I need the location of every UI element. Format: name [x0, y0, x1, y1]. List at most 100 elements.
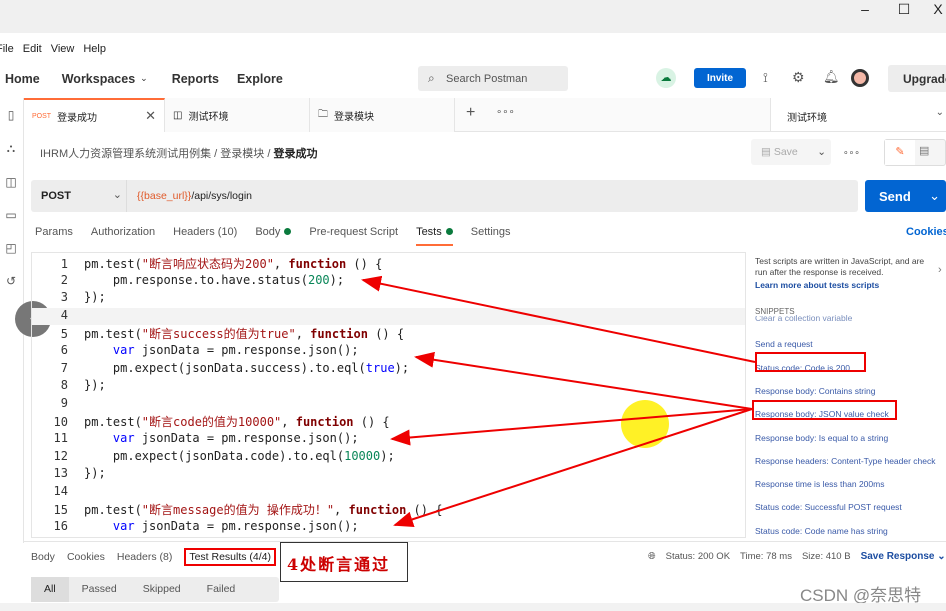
- menu-view[interactable]: View: [51, 43, 75, 55]
- apis-icon[interactable]: ⛬: [3, 141, 19, 157]
- upgrade-button[interactable]: Upgrade: [888, 65, 946, 92]
- globe-icon[interactable]: 🌐︎: [648, 551, 656, 562]
- tab-response-body[interactable]: Body: [31, 551, 55, 566]
- footer: [0, 603, 946, 611]
- edit-pencil-icon[interactable]: ✎: [885, 140, 915, 165]
- breadcrumb-folder[interactable]: 登录模块: [220, 148, 264, 160]
- environment-value: 测试环境: [787, 113, 827, 124]
- tab-settings[interactable]: Settings: [471, 226, 511, 246]
- tab-authorization[interactable]: Authorization: [91, 226, 155, 246]
- snippet-item[interactable]: Status code: Successful POST request: [755, 502, 902, 512]
- menu-help[interactable]: Help: [83, 43, 106, 55]
- save-response-button[interactable]: Save Response ⌄: [861, 551, 946, 562]
- send-button[interactable]: Send ⌄: [865, 180, 946, 212]
- code-line: 1 pm.test("断言响应状态码为200", function () {: [32, 255, 745, 273]
- code-line: 14: [32, 484, 745, 502]
- snippet-item[interactable]: Status code: Code name has string: [755, 526, 888, 536]
- tab-login-module[interactable]: 🗀 登录模块: [310, 98, 455, 132]
- tab-pre-request-script[interactable]: Pre-request Script: [309, 226, 398, 246]
- learn-more-link[interactable]: Learn more about tests scripts: [755, 280, 879, 290]
- code-editor[interactable]: 1 pm.test("断言响应状态码为200", function () {2 p…: [31, 252, 746, 538]
- gear-icon[interactable]: ⚙: [792, 69, 805, 86]
- tab-login-success[interactable]: POST 登录成功 ✕: [24, 98, 165, 132]
- close-icon[interactable]: ✕: [145, 108, 156, 124]
- code-token: var: [112, 343, 135, 357]
- code-line: 16 var jsonData = pm.response.json();: [32, 519, 745, 537]
- tab-body[interactable]: Body: [255, 226, 292, 246]
- documentation-icon[interactable]: ▤: [919, 144, 929, 157]
- snippet-item[interactable]: Response body: Contains string: [755, 386, 876, 396]
- snippet-item[interactable]: Response headers: Content-Type header ch…: [755, 456, 936, 466]
- close-window-button[interactable]: X: [928, 0, 946, 18]
- breadcrumb-collection[interactable]: IHRM人力资源管理系统测试用例集: [40, 148, 211, 160]
- snippet-item[interactable]: Response body: Is equal to a string: [755, 433, 888, 443]
- search-input[interactable]: ⌕ Search Postman: [418, 66, 568, 91]
- new-tab-button[interactable]: +: [466, 104, 475, 122]
- tab-label: 登录成功: [57, 112, 98, 124]
- collections-icon[interactable]: ▯: [3, 108, 19, 124]
- tab-response-cookies[interactable]: Cookies: [67, 551, 105, 566]
- environment-select[interactable]: 测试环境 ⌄: [770, 98, 946, 131]
- snippet-item[interactable]: Response time is less than 200ms: [755, 479, 884, 489]
- satellite-icon[interactable]: ⟟: [763, 70, 768, 86]
- mock-servers-icon[interactable]: ▭: [3, 208, 19, 224]
- code-token: ,: [334, 503, 349, 518]
- tab-headers[interactable]: Headers (10): [173, 226, 237, 246]
- filter-passed[interactable]: Passed: [69, 577, 130, 602]
- collapse-panel-icon[interactable]: ›: [938, 264, 942, 276]
- code-line: 9: [32, 396, 745, 414]
- code-line: 15 pm.test("断言message的值为 操作成功！", function…: [32, 501, 745, 519]
- line-number: 12: [53, 448, 68, 463]
- code-token: );: [329, 272, 345, 287]
- more-tabs-icon[interactable]: ∘∘∘: [496, 107, 515, 118]
- more-options-icon[interactable]: ∘∘∘: [843, 147, 860, 158]
- tab-response-headers[interactable]: Headers (8): [117, 551, 172, 566]
- line-number: 10: [53, 415, 68, 430]
- code-token: pm.test(: [84, 503, 142, 518]
- sync-cloud-icon[interactable]: ☁: [656, 68, 676, 88]
- tab-test-results[interactable]: Test Results (4/4): [184, 548, 277, 566]
- tab-tests[interactable]: Tests: [416, 226, 453, 246]
- monitors-icon[interactable]: ◰: [3, 241, 19, 257]
- menu-file[interactable]: File: [0, 43, 14, 55]
- url-input[interactable]: {{base_url}}/api/sys/login: [137, 190, 252, 202]
- code-line: 12 pm.expect(jsonData.code).to.eql(10000…: [32, 448, 745, 467]
- maximize-button[interactable]: ☐: [894, 0, 914, 18]
- nav-explore[interactable]: Explore: [237, 72, 283, 86]
- cookies-link[interactable]: Cookies: [906, 226, 946, 238]
- code-line: 10 pm.test("断言code的值为10000", function () …: [32, 413, 745, 431]
- filter-failed[interactable]: Failed: [194, 577, 249, 602]
- line-number: 16: [53, 519, 68, 533]
- nav-reports[interactable]: Reports: [172, 72, 219, 86]
- method-value: POST: [41, 190, 71, 202]
- tab-test-env[interactable]: ◫ 测试环境: [165, 98, 310, 132]
- indicator-dot: [445, 228, 453, 235]
- code-token: pm.expect(jsonData.code).to.eql(: [84, 448, 345, 463]
- method-select[interactable]: POST ⌄: [31, 180, 127, 212]
- history-icon[interactable]: ↺: [3, 274, 19, 290]
- invite-button[interactable]: Invite: [694, 68, 746, 88]
- nav-home[interactable]: Home: [5, 72, 40, 86]
- environments-icon[interactable]: ◫: [3, 175, 19, 191]
- url-path: /api/sys/login: [191, 190, 253, 202]
- menu-bar: File Edit View Help: [0, 43, 106, 55]
- tab-params[interactable]: Params: [35, 226, 73, 246]
- snippet-item[interactable]: Send a request: [755, 339, 813, 349]
- line-number: 11: [53, 431, 68, 445]
- minimize-button[interactable]: –: [855, 0, 875, 18]
- bell-icon[interactable]: 🔔︎: [823, 69, 840, 85]
- filter-skipped[interactable]: Skipped: [130, 577, 194, 602]
- nav-workspaces[interactable]: Workspaces: [62, 72, 135, 86]
- line-number: 4: [60, 307, 68, 322]
- result-filter: All Passed Skipped Failed: [31, 577, 279, 602]
- code-token: ,: [273, 257, 289, 271]
- request-tabs: Params Authorization Headers (10) Body P…: [35, 226, 511, 246]
- code-token: function: [288, 257, 347, 271]
- tab-method: POST: [32, 112, 52, 120]
- avatar[interactable]: [851, 69, 869, 87]
- code-token: pm.expect(jsonData.success).to.eql(: [84, 360, 366, 375]
- save-button[interactable]: ▤ Save ⌄: [751, 139, 831, 165]
- filter-all[interactable]: All: [31, 577, 69, 602]
- menu-edit[interactable]: Edit: [23, 43, 42, 55]
